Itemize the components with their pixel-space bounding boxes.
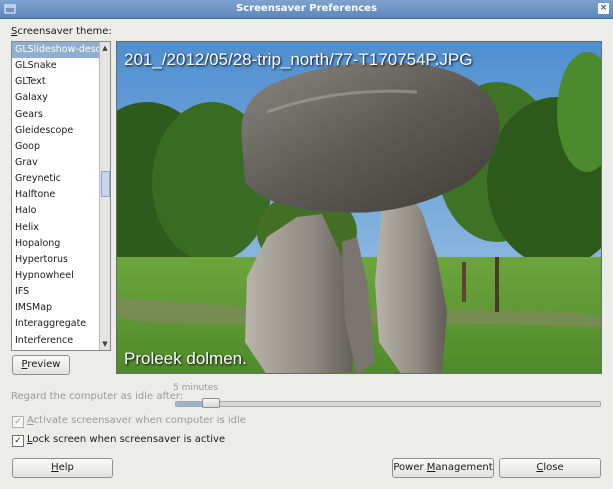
theme-list-item[interactable]: Greynetic xyxy=(12,171,99,187)
scroll-up-icon[interactable]: ▲ xyxy=(100,43,110,53)
theme-list-item[interactable]: Hypnowheel xyxy=(12,268,99,284)
power-button-label-b: anagement xyxy=(435,462,493,473)
theme-list-item[interactable]: Goop xyxy=(12,139,99,155)
close-button-label: lose xyxy=(543,462,564,473)
activate-label: Activate screensaver when computer is id… xyxy=(27,415,246,426)
dolmen-photo xyxy=(117,42,601,373)
preview-button-label: review xyxy=(27,359,61,370)
theme-label-text: creensaver theme: xyxy=(17,26,112,37)
theme-list-item[interactable]: IMSMap xyxy=(12,300,99,316)
idle-label: Regard the computer as idle after: xyxy=(11,391,184,402)
theme-list-scrollbar[interactable]: ▲ ▼ xyxy=(99,42,110,350)
theme-list-item[interactable]: Gears xyxy=(12,107,99,123)
title-bar[interactable]: Screensaver Preferences × xyxy=(0,0,613,19)
theme-list-item[interactable]: GLSnake xyxy=(12,58,99,74)
theme-list-item[interactable]: Halo xyxy=(12,203,99,219)
theme-list-item[interactable]: IFS xyxy=(12,284,99,300)
activate-label-mnemonic: A xyxy=(27,415,34,426)
power-button-label-a: Power xyxy=(393,462,427,473)
help-button[interactable]: Help xyxy=(12,458,113,478)
theme-list-item[interactable]: Interaggregate xyxy=(12,316,99,332)
preview-area: 201_/2012/05/28-trip_north/77-T170754P.J… xyxy=(116,41,602,374)
scrollbar-thumb[interactable] xyxy=(101,171,110,197)
preview-button[interactable]: Preview xyxy=(12,355,70,375)
window-close-icon[interactable]: × xyxy=(598,3,609,14)
theme-list-item[interactable]: GLText xyxy=(12,74,99,90)
theme-list-item[interactable]: Hypertorus xyxy=(12,252,99,268)
theme-list-item[interactable]: Interference xyxy=(12,333,99,349)
lock-label: Lock screen when screensaver is active xyxy=(27,434,225,445)
help-button-mnemonic: H xyxy=(51,462,59,473)
help-button-label: elp xyxy=(58,462,74,473)
theme-list-item[interactable]: Galaxy xyxy=(12,90,99,106)
activate-label-text: ctivate screensaver when computer is idl… xyxy=(33,415,246,426)
theme-list-items: GLSlideshow-desc GLSnake GLText Galaxy Gears… xyxy=(12,42,99,349)
lock-checkbox[interactable]: ✓ xyxy=(12,435,24,447)
idle-slider-track[interactable] xyxy=(175,401,601,407)
theme-list-item[interactable]: GLSlideshow-desc xyxy=(12,42,99,59)
theme-label: Screensaver theme: xyxy=(11,26,112,37)
screensaver-preferences-window: Screensaver Preferences × Screensaver th… xyxy=(0,0,613,489)
theme-list-item[interactable]: Hopalong xyxy=(12,236,99,252)
theme-list[interactable]: GLSlideshow-desc GLSnake GLText Galaxy Gears… xyxy=(11,41,111,351)
activate-checkbox[interactable]: ✓ xyxy=(12,416,24,428)
lock-label-text: ock screen when screensaver is active xyxy=(32,434,226,445)
theme-list-item[interactable]: Helix xyxy=(12,220,99,236)
image-caption-overlay: Proleek dolmen. xyxy=(124,349,247,368)
idle-slider-thumb[interactable] xyxy=(202,398,221,408)
window-title: Screensaver Preferences xyxy=(236,3,377,14)
theme-list-item[interactable]: Grav xyxy=(12,155,99,171)
scroll-down-icon[interactable]: ▼ xyxy=(100,339,110,349)
close-button[interactable]: Close xyxy=(499,458,601,478)
image-filename-overlay: 201_/2012/05/28-trip_north/77-T170754P.J… xyxy=(124,50,473,69)
theme-list-item[interactable]: Gleidescope xyxy=(12,123,99,139)
power-management-button[interactable]: Power Management xyxy=(392,458,494,478)
theme-list-item[interactable]: Halftone xyxy=(12,187,99,203)
